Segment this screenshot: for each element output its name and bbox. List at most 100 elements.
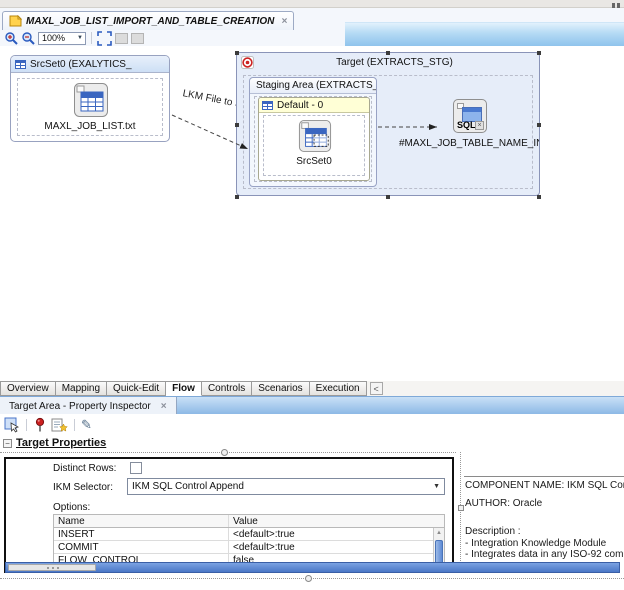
selection-handle[interactable]	[386, 195, 390, 199]
toolbar-separator	[26, 419, 27, 431]
selection-handle[interactable]	[235, 195, 239, 199]
zoom-level-combobox[interactable]: 100% ▼	[38, 32, 86, 45]
splitter-grip[interactable]	[221, 449, 228, 456]
disabled-view-icon	[115, 33, 128, 44]
sql-node-label: #MAXL_JOB_TABLE_NAME_IN	[399, 138, 539, 149]
editor-group-header-band	[345, 22, 624, 46]
selection-handle[interactable]	[537, 123, 541, 127]
selection-handle[interactable]	[235, 123, 239, 127]
disabled-resize-icon	[131, 33, 144, 44]
tab-mapping[interactable]: Mapping	[56, 381, 107, 396]
horizontal-scrollbar[interactable]	[5, 562, 620, 573]
close-icon[interactable]: ×	[281, 16, 287, 27]
component-name-text: COMPONENT NAME: IKM SQL Control Apper	[465, 480, 624, 491]
source-node-box[interactable]: SrcSet0 (EXALYTICS_ MAXL_JOB_LIST.txt	[10, 55, 170, 142]
section-title: Target Properties	[16, 437, 106, 449]
staging-area-title: Staging Area (EXTRACTS_ST	[256, 80, 376, 91]
chevron-down-icon: ▼	[433, 483, 440, 490]
close-icon[interactable]: ×	[161, 401, 167, 412]
window-top-strip	[0, 0, 624, 8]
selection-handle[interactable]	[235, 51, 239, 55]
new-note-icon[interactable]	[51, 417, 68, 433]
staging-area-header[interactable]: Staging Area (EXTRACTS_ST	[250, 78, 376, 94]
description-label: Description :	[465, 526, 521, 537]
details-divider	[464, 476, 624, 477]
splitter-grip[interactable]	[305, 575, 312, 582]
default-group-box[interactable]: Default - 0 SrcSet0	[258, 97, 370, 181]
ikm-selector-value: IKM SQL Control Append	[132, 481, 244, 492]
tab-execution[interactable]: Execution	[310, 381, 367, 396]
scroll-tabs-left-button[interactable]: <	[370, 382, 383, 395]
description-line: - Integrates data in any ISO-92 complian…	[465, 549, 624, 560]
sql-variable-icon[interactable]: SQL ×	[453, 99, 487, 133]
property-inspector-tab-bar: Target Area - Property Inspector ×	[0, 396, 624, 414]
tab-overview[interactable]: Overview	[0, 381, 56, 396]
staging-area-box[interactable]: Staging Area (EXTRACTS_ST Default - 0	[249, 77, 377, 187]
editor-tab-title: MAXL_JOB_LIST_IMPORT_AND_TABLE_CREATION	[26, 16, 274, 27]
table-row[interactable]: INSERT <default>:true	[54, 528, 444, 541]
sql-x-glyph: ×	[475, 121, 484, 130]
flow-diagram-canvas[interactable]: SrcSet0 (EXALYTICS_ MAXL_JOB_LIST.txt LK…	[0, 46, 624, 380]
option-name: COMMIT	[54, 541, 229, 553]
selection-handle[interactable]	[537, 51, 541, 55]
sql-badge: SQL	[457, 120, 476, 130]
option-value: <default>:true	[229, 541, 444, 553]
zoom-level-value: 100%	[42, 33, 65, 43]
tab-flow[interactable]: Flow	[166, 381, 202, 396]
target-node-box[interactable]: Target (EXTRACTS_STG) Staging Area (EXTR…	[236, 52, 540, 196]
collapse-section-icon[interactable]: −	[3, 439, 12, 448]
distinct-rows-label: Distinct Rows:	[53, 463, 116, 474]
source-file-label: MAXL_JOB_LIST.txt	[11, 121, 169, 132]
annotation-highlight-box: Distinct Rows: IKM Selector: IKM SQL Con…	[4, 457, 454, 573]
option-value: <default>:true	[229, 528, 444, 540]
vertical-splitter-grip[interactable]	[458, 505, 464, 511]
horizontal-splitter[interactable]	[0, 578, 624, 579]
ikm-selector-combobox[interactable]: IKM SQL Control Append ▼	[127, 478, 445, 495]
zoom-in-icon[interactable]	[4, 31, 18, 45]
scrollbar-thumb[interactable]	[8, 564, 96, 571]
target-icon	[241, 56, 254, 69]
description-line: - Integration Knowledge Module	[465, 538, 606, 549]
selection-handle[interactable]	[386, 51, 390, 55]
target-node-header[interactable]: Target (EXTRACTS_STG)	[237, 53, 539, 71]
tab-controls[interactable]: Controls	[202, 381, 252, 396]
options-label: Options:	[53, 502, 90, 513]
scroll-up-icon[interactable]: ▲	[434, 528, 444, 538]
select-component-icon[interactable]	[4, 417, 20, 433]
edit-pencil-icon[interactable]: ✎	[81, 417, 92, 433]
property-inspector-tab-title: Target Area - Property Inspector	[9, 401, 151, 412]
tab-quick-edit[interactable]: Quick-Edit	[107, 381, 166, 396]
table-row[interactable]: COMMIT <default>:true	[54, 541, 444, 554]
default-group-title: Default - 0	[277, 100, 323, 111]
diagram-toolbar: 100% ▼	[0, 30, 345, 46]
tab-scenarios[interactable]: Scenarios	[252, 381, 309, 396]
toolbar-separator	[91, 32, 92, 44]
distinct-rows-checkbox[interactable]	[130, 462, 142, 474]
mapping-doc-icon	[9, 15, 22, 27]
property-inspector-toolbar: ✎	[0, 414, 624, 436]
chevron-down-icon: ▼	[77, 35, 83, 41]
file-datastore-icon[interactable]	[73, 82, 109, 118]
srcset-datastore-icon[interactable]	[298, 119, 332, 153]
datastore-grid-icon	[15, 59, 26, 70]
option-name: INSERT	[54, 528, 229, 540]
column-name: Name	[54, 515, 229, 527]
options-table-header: Name Value	[54, 515, 444, 528]
ikm-selector-label: IKM Selector:	[53, 482, 113, 493]
datastore-grid-icon	[262, 100, 273, 111]
default-group-header[interactable]: Default - 0	[259, 98, 369, 113]
editor-tab-maxl-job-list[interactable]: MAXL_JOB_LIST_IMPORT_AND_TABLE_CREATION …	[2, 11, 294, 30]
source-node-header[interactable]: SrcSet0 (EXALYTICS_	[11, 56, 169, 73]
selection-handle[interactable]	[537, 195, 541, 199]
property-inspector-tab[interactable]: Target Area - Property Inspector ×	[0, 397, 177, 415]
source-node-title: SrcSet0 (EXALYTICS_	[30, 59, 132, 70]
toolbar-separator	[74, 419, 75, 431]
author-text: AUTHOR: Oracle	[465, 498, 542, 509]
zoom-out-icon[interactable]	[21, 31, 35, 45]
horizontal-splitter[interactable]	[0, 452, 456, 453]
pin-icon[interactable]	[33, 417, 47, 433]
target-node-title: Target (EXTRACTS_STG)	[254, 57, 535, 68]
fit-to-window-icon[interactable]	[97, 31, 112, 46]
column-value: Value	[229, 515, 444, 527]
app-window: MAXL_JOB_LIST_IMPORT_AND_TABLE_CREATION …	[0, 0, 624, 590]
